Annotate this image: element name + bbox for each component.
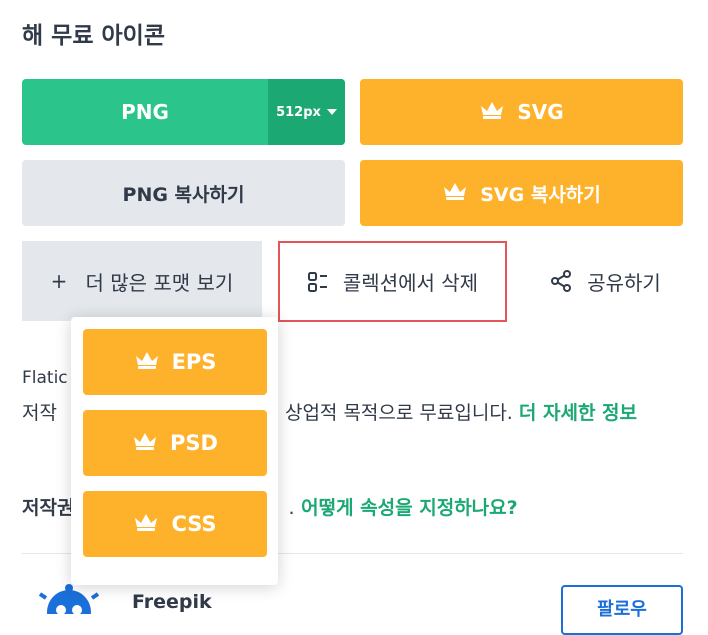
format-eps-label: EPS	[171, 350, 217, 374]
formats-dropdown: EPS PSD CSS	[71, 317, 278, 585]
crown-icon	[134, 350, 160, 375]
author-name[interactable]: Freepik	[132, 591, 212, 613]
more-info-link[interactable]: 더 자세한 정보	[519, 402, 637, 424]
format-option-css[interactable]: CSS	[83, 491, 267, 557]
format-option-eps[interactable]: EPS	[83, 329, 267, 395]
attribution-suffix: .	[288, 497, 295, 519]
svg-label: SVG	[517, 100, 564, 124]
plus-icon: +	[50, 269, 68, 293]
crown-icon	[479, 100, 505, 125]
collection-icon	[307, 271, 329, 293]
remove-from-collection-button[interactable]: 콜렉션에서 삭제	[278, 241, 507, 322]
format-psd-label: PSD	[170, 431, 218, 455]
section-title: 해 무료 아이콘	[22, 23, 165, 49]
format-option-psd[interactable]: PSD	[83, 410, 267, 476]
download-svg-button[interactable]: SVG	[360, 79, 683, 145]
share-icon	[549, 269, 573, 293]
license-suffix: 상업적 목적으로 무료입니다.	[284, 402, 513, 424]
author-avatar[interactable]	[38, 584, 100, 634]
follow-button[interactable]: 팔로우	[561, 585, 683, 635]
share-button[interactable]: 공유하기	[525, 241, 685, 321]
copy-png-button[interactable]: PNG 복사하기	[22, 160, 345, 226]
chevron-down-icon	[326, 109, 337, 115]
more-formats-label: 더 많은 포맷 보기	[85, 270, 234, 295]
download-png-button[interactable]: PNG 512px	[22, 79, 345, 145]
follow-label: 팔로우	[597, 599, 647, 620]
crown-icon	[132, 431, 158, 456]
png-label: PNG	[121, 100, 169, 124]
more-formats-button[interactable]: + 더 많은 포맷 보기	[22, 241, 262, 321]
svg-copy-label: SVG 복사하기	[480, 183, 601, 206]
crown-icon	[133, 512, 159, 537]
license-prefix: 저작	[22, 402, 57, 424]
format-css-label: CSS	[171, 512, 217, 536]
share-label: 공유하기	[587, 270, 661, 295]
png-copy-label: PNG 복사하기	[122, 183, 245, 206]
remove-collection-label: 콜렉션에서 삭제	[342, 271, 479, 295]
png-size-value: 512px	[276, 104, 321, 120]
how-to-attribute-link[interactable]: 어떻게 속성을 지정하나요?	[301, 497, 518, 519]
license-text-line1: Flatic	[22, 368, 68, 388]
attribution-prefix: 저작권	[22, 497, 75, 519]
crown-icon	[442, 181, 468, 206]
png-size-select[interactable]: 512px	[268, 79, 345, 145]
copy-svg-button[interactable]: SVG 복사하기	[360, 160, 683, 226]
